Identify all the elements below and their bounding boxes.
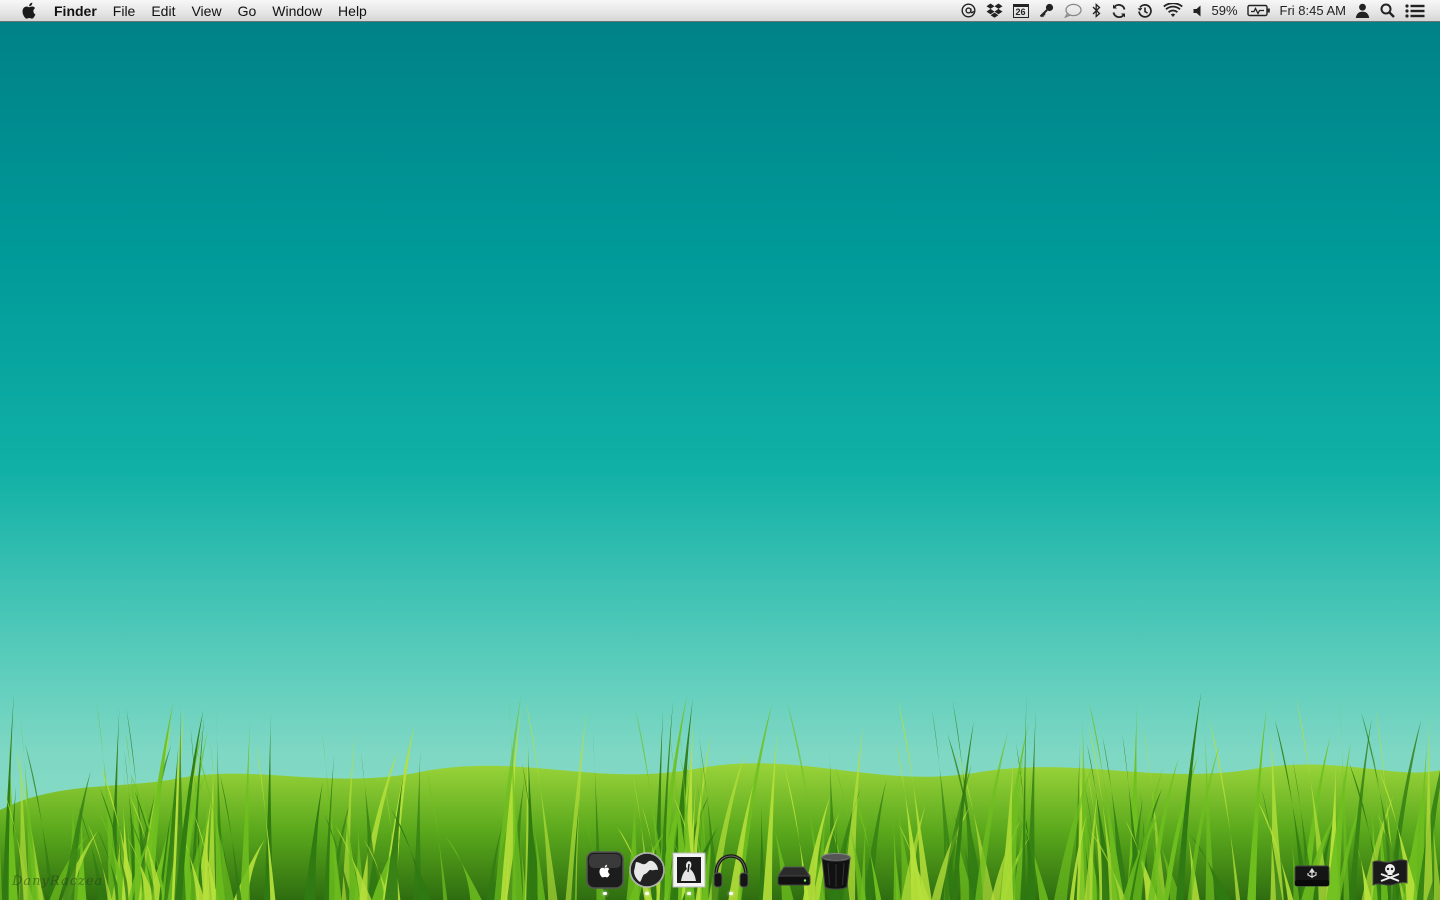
menu-go[interactable]: Go [230,0,265,22]
volume-icon[interactable] [1193,0,1203,22]
menu-bar-left: Finder File Edit View Go Window Help [0,0,375,22]
apple-system-app-icon[interactable] [585,850,625,895]
running-indicator [603,892,607,895]
running-indicator [687,892,691,895]
clock[interactable]: Fri 8:45 AM [1280,0,1346,22]
menu-app-name[interactable]: Finder [54,0,105,22]
menu-window[interactable]: Window [264,0,330,22]
menu-edit[interactable]: Edit [143,0,183,22]
trash-icon[interactable] [816,850,856,890]
sync-icon[interactable] [1111,0,1127,22]
bluetooth-icon[interactable] [1092,0,1101,22]
calendar-day-label: 26 [1012,3,1029,18]
headphones-music-icon[interactable] [711,850,751,895]
time-machine-icon[interactable] [1137,0,1153,22]
battery-icon[interactable] [1246,0,1271,22]
menu-bar: Finder File Edit View Go Window Help 26 [0,0,1440,22]
notification-list-icon[interactable] [1405,0,1425,22]
menu-file[interactable]: File [105,0,144,22]
menu-bar-status-area: 26 59% Fri 8:45 AM [956,0,1440,22]
key-icon[interactable] [1039,0,1054,22]
user-icon[interactable] [1355,0,1370,22]
battery-percent[interactable]: 59% [1212,0,1238,22]
menu-help[interactable]: Help [330,0,375,22]
menu-view[interactable]: View [183,0,229,22]
photo-stamp-icon[interactable] [669,850,709,895]
running-indicator [645,892,649,895]
wifi-icon[interactable] [1162,0,1183,22]
spotlight-search-icon[interactable] [1380,0,1395,22]
calendar-icon[interactable]: 26 [1012,0,1029,22]
dock [0,840,1440,900]
hard-drive-icon[interactable] [774,850,814,890]
chat-bubble-icon[interactable] [1063,0,1082,22]
apple-menu-icon[interactable] [19,2,37,20]
globe-browser-icon[interactable] [627,850,667,895]
running-indicator [729,892,733,895]
usb-drive-icon[interactable] [1292,850,1332,890]
at-sign-icon[interactable] [960,0,976,22]
dropbox-icon[interactable] [986,0,1003,22]
pirate-flag-icon[interactable] [1370,850,1410,890]
